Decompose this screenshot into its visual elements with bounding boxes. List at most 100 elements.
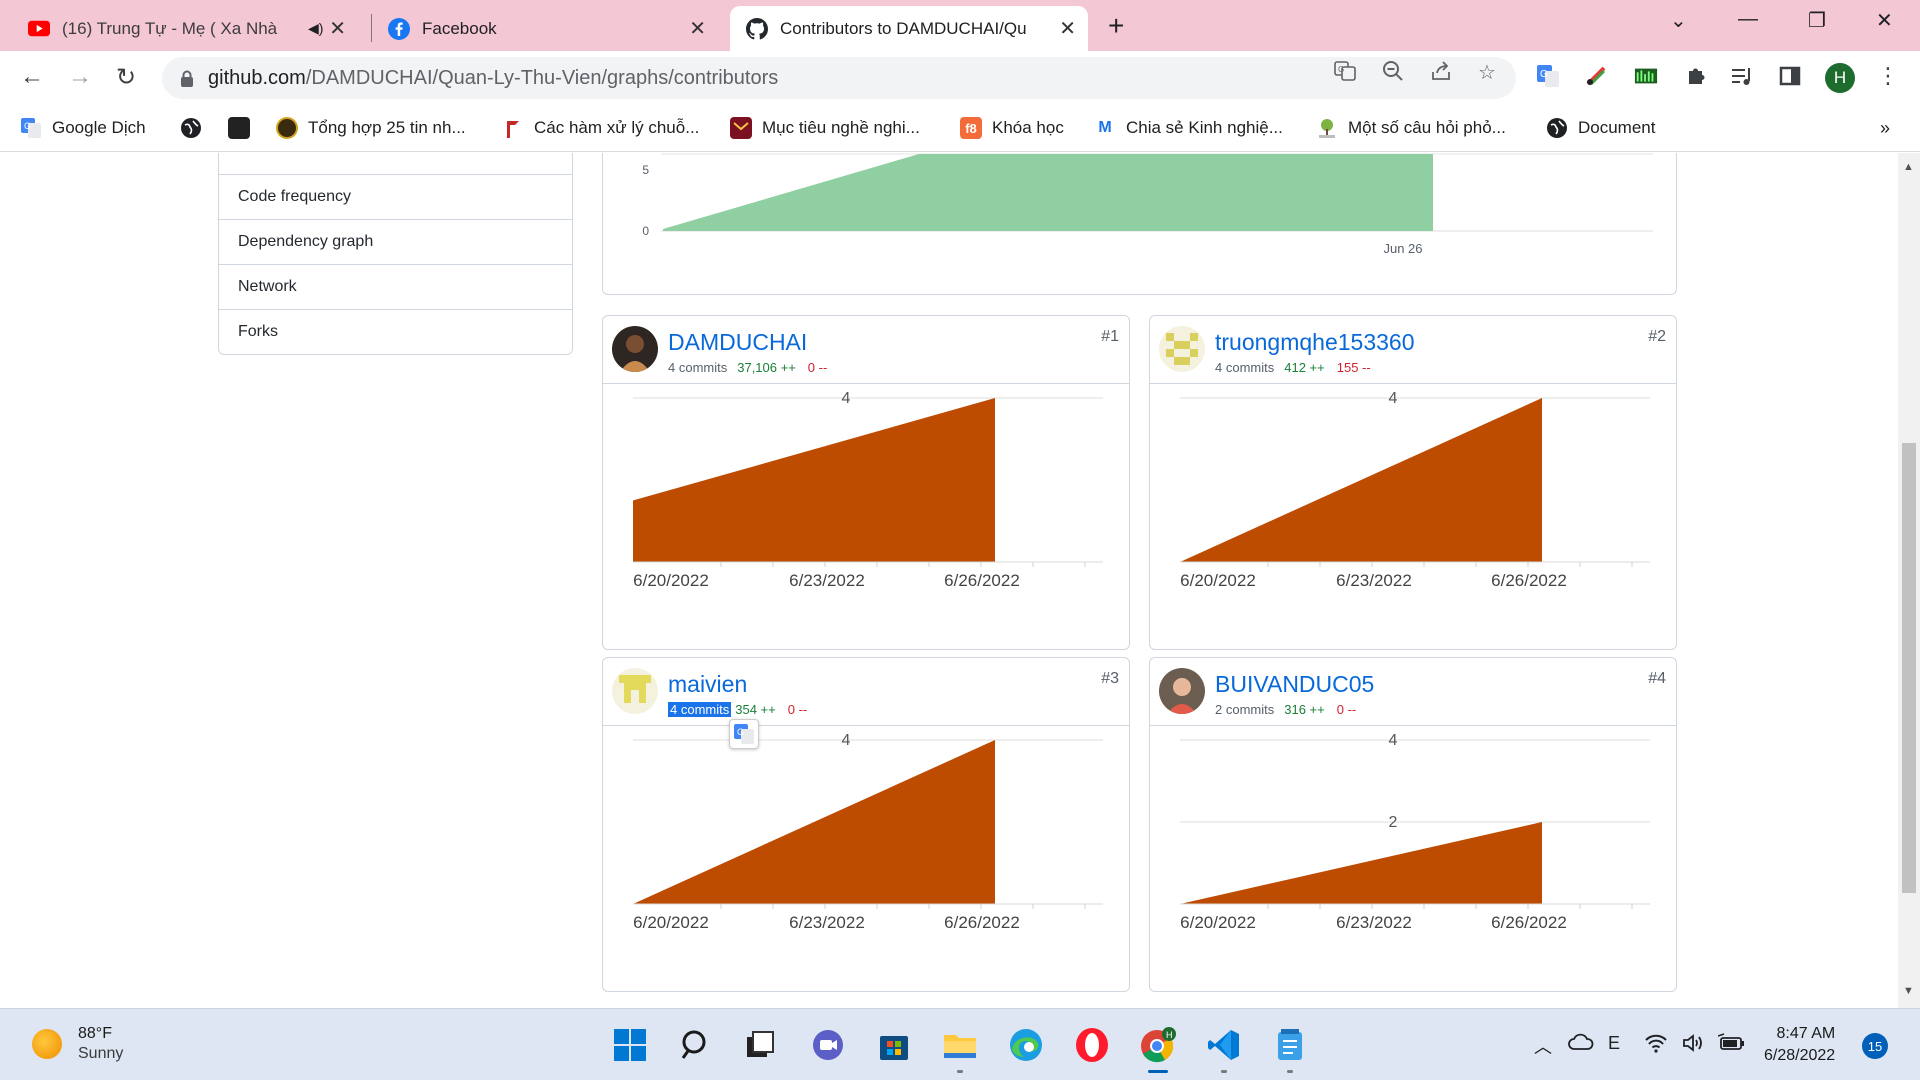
active-app-indicator — [1148, 1070, 1168, 1073]
close-tab-icon[interactable]: ✕ — [689, 16, 706, 41]
share-icon[interactable] — [1430, 60, 1452, 88]
input-method-icon[interactable]: E — [1608, 1033, 1620, 1054]
address-bar[interactable]: github.com/DAMDUCHAI/Quan-Ly-Thu-Vien/gr… — [162, 57, 1516, 99]
bookmark-item[interactable]: Các hàm xử lý chuỗ... — [502, 115, 699, 141]
audio-meter-extension-icon[interactable] — [1634, 64, 1658, 88]
sidebar-item-network[interactable]: Network — [219, 264, 572, 309]
sidebar-item-code-frequency[interactable]: Code frequency — [219, 174, 572, 219]
bookmarks-overflow-button[interactable]: » — [1880, 115, 1890, 141]
bookmark-item[interactable] — [228, 115, 260, 141]
commits-link[interactable]: 4 commits — [668, 702, 732, 717]
color-picker-extension-icon[interactable] — [1584, 64, 1608, 88]
additions-count: 316 ++ — [1284, 702, 1325, 717]
search-icon[interactable] — [676, 1025, 716, 1065]
weather-widget[interactable]: 88°F Sunny — [32, 1025, 123, 1063]
x-tick-label: 6/26/2022 — [944, 571, 1020, 590]
dark-thumbnail-icon — [228, 117, 250, 139]
contributor-name-link[interactable]: DAMDUCHAI — [668, 329, 807, 356]
volume-icon[interactable] — [1682, 1033, 1706, 1058]
tab-facebook[interactable]: Facebook ✕ — [388, 6, 718, 51]
sidebar-item-dependency-graph[interactable]: Dependency graph — [219, 219, 572, 264]
microsoft-store-icon[interactable] — [874, 1025, 914, 1065]
tab-github-contributors[interactable]: Contributors to DAMDUCHAI/Qu ✕ — [730, 6, 1088, 51]
vscode-icon[interactable] — [1204, 1025, 1244, 1073]
minimize-icon[interactable]: — — [1738, 8, 1758, 31]
sidebar-item-forks[interactable]: Forks — [219, 309, 572, 354]
contributor-rank: #3 — [1101, 670, 1119, 687]
svg-text:G: G — [1338, 65, 1344, 74]
contributor-name-link[interactable]: truongmqhe153360 — [1215, 329, 1415, 356]
tab-strip: (16) Trung Tự - Mẹ ( Xa Nhà ◀) ✕ Faceboo… — [0, 0, 1920, 51]
show-hidden-icons-icon[interactable]: ︿ — [1534, 1033, 1552, 1059]
bookmark-item[interactable]: Một số câu hỏi phỏ... — [1316, 115, 1506, 141]
start-menu-icon[interactable] — [610, 1025, 650, 1065]
back-icon[interactable]: ← — [20, 63, 44, 91]
commits-area — [1180, 398, 1542, 562]
edge-browser-icon[interactable] — [1006, 1025, 1046, 1065]
scroll-up-icon[interactable]: ▲ — [1903, 161, 1914, 173]
scroll-down-icon[interactable]: ▼ — [1903, 985, 1914, 997]
tab-youtube[interactable]: (16) Trung Tự - Mẹ ( Xa Nhà ◀) ✕ — [28, 6, 358, 51]
notification-badge[interactable]: 15 — [1862, 1033, 1888, 1059]
new-tab-icon[interactable]: + — [1108, 10, 1124, 42]
bookmark-item[interactable]: M Chia sẻ Kinh nghiệ... — [1094, 115, 1283, 141]
sidebar-item-blank — [219, 153, 572, 174]
bookmark-star-icon[interactable]: ☆ — [1478, 60, 1496, 85]
forward-icon[interactable]: → — [68, 63, 92, 91]
commits-link[interactable]: 4 commits — [668, 360, 727, 375]
contributor-name-link[interactable]: BUIVANDUC05 — [1215, 671, 1374, 698]
contributor-avatar[interactable] — [1159, 668, 1205, 714]
file-explorer-icon[interactable] — [940, 1025, 980, 1073]
battery-icon[interactable] — [1717, 1033, 1746, 1058]
bookmark-item[interactable]: G Google Dịch — [20, 115, 146, 141]
contributor-name-link[interactable]: maivien — [668, 671, 747, 698]
close-window-icon[interactable]: ✕ — [1876, 8, 1893, 33]
commits-link[interactable]: 2 commits — [1215, 702, 1274, 717]
bookmark-item[interactable]: Document — [1546, 115, 1655, 141]
google-translate-extension-icon[interactable]: G — [1536, 64, 1560, 88]
insights-sidebar: Code frequency Dependency graph Network … — [218, 153, 573, 355]
close-tab-icon[interactable]: ✕ — [329, 16, 346, 41]
onedrive-icon[interactable] — [1568, 1033, 1594, 1056]
system-clock[interactable]: 8:47 AM 6/28/2022 — [1764, 1023, 1835, 1067]
scrollbar-thumb[interactable] — [1902, 443, 1916, 893]
teams-chat-icon[interactable] — [808, 1025, 848, 1065]
additions-count: 354 ++ — [735, 702, 776, 717]
chrome-browser-icon[interactable]: H — [1138, 1025, 1178, 1073]
contributor-avatar[interactable] — [612, 668, 658, 714]
svg-text:G: G — [737, 727, 744, 737]
bookmark-item[interactable]: Tổng hợp 25 tin nh... — [276, 115, 466, 141]
profile-avatar[interactable]: H — [1825, 63, 1855, 93]
github-icon — [746, 17, 768, 40]
speaker-icon[interactable]: ◀) — [308, 20, 323, 37]
close-tab-icon[interactable]: ✕ — [1059, 16, 1076, 41]
opera-browser-icon[interactable] — [1072, 1025, 1112, 1065]
task-view-icon[interactable] — [740, 1025, 780, 1065]
contributor-avatar[interactable] — [1159, 326, 1205, 372]
x-tick-label: 6/26/2022 — [944, 913, 1020, 932]
x-tick-label: 6/20/2022 — [1180, 571, 1256, 590]
weather-condition: Sunny — [78, 1045, 124, 1062]
browser-toolbar: ← → ↻ github.com/DAMDUCHAI/Quan-Ly-Thu-V… — [0, 51, 1920, 105]
contributor-avatar[interactable] — [612, 326, 658, 372]
tab-search-icon[interactable]: ⌄ — [1670, 8, 1687, 33]
side-panel-icon[interactable] — [1778, 64, 1802, 88]
bookmark-item[interactable]: Mục tiêu nghề nghi... — [730, 115, 920, 141]
reload-icon[interactable]: ↻ — [116, 63, 136, 92]
commits-link[interactable]: 4 commits — [1215, 360, 1274, 375]
contributor-card: truongmqhe153360 4 commits 412 ++ 155 -- #… — [1149, 315, 1677, 650]
overview-svg: 5 0 Jun 26 — [642, 153, 1653, 256]
extensions-puzzle-icon[interactable] — [1684, 64, 1708, 88]
zoom-icon[interactable] — [1382, 60, 1404, 88]
media-control-icon[interactable] — [1730, 64, 1754, 88]
bookmark-item[interactable]: f8 Khóa học — [960, 115, 1064, 141]
y-tick-label: 0 — [642, 224, 649, 238]
page-scrollbar[interactable]: ▲ ▼ — [1898, 153, 1920, 1008]
restore-icon[interactable]: ❐ — [1808, 8, 1826, 33]
wifi-icon[interactable] — [1644, 1033, 1668, 1058]
notepad-icon[interactable] — [1270, 1025, 1310, 1073]
bookmark-item[interactable] — [180, 115, 212, 141]
google-translate-popup-icon[interactable]: G — [729, 719, 759, 749]
browser-menu-icon[interactable]: ⋮ — [1876, 63, 1900, 88]
translate-page-icon[interactable]: G — [1334, 60, 1356, 88]
